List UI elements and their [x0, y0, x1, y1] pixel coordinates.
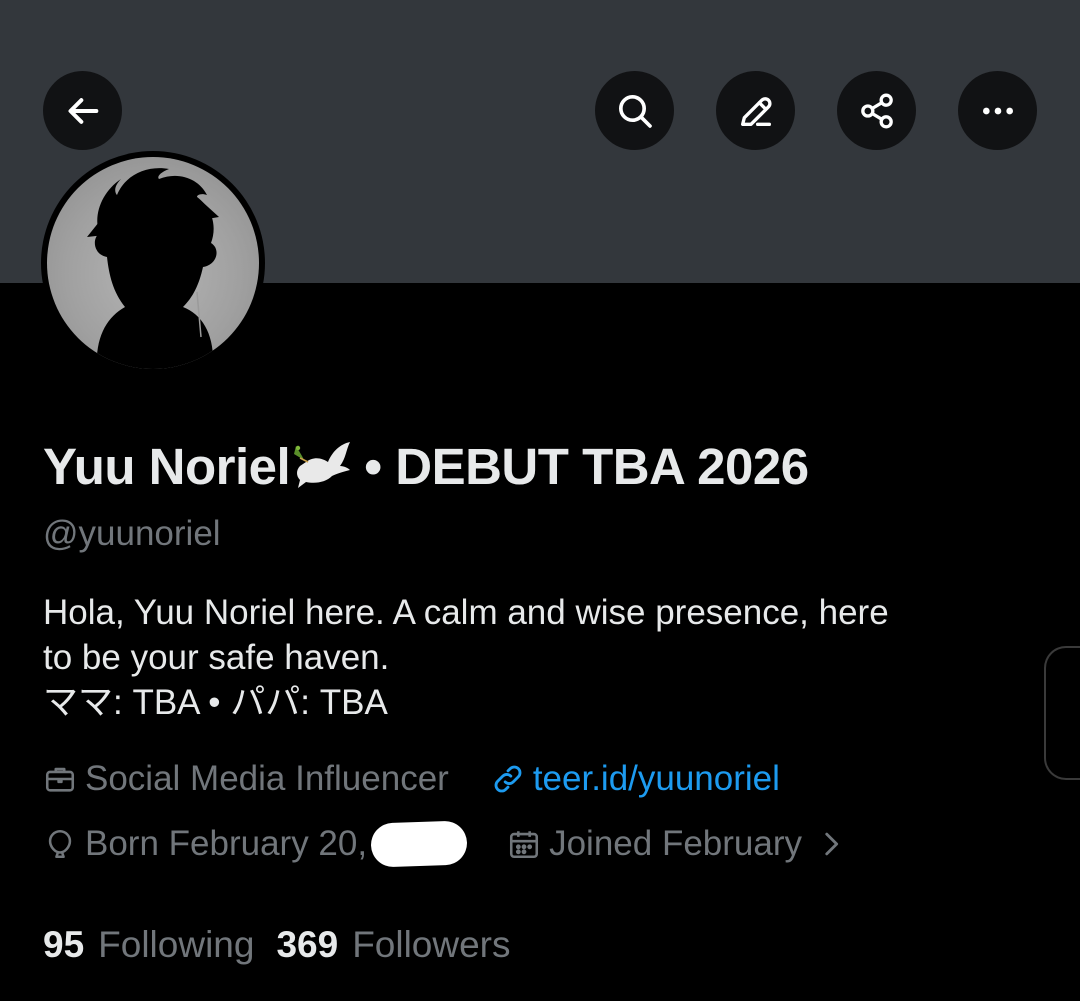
calendar-icon	[507, 827, 541, 861]
username-handle: @yuunoriel	[43, 514, 221, 553]
joined-label: Joined February	[549, 824, 803, 863]
back-button[interactable]	[43, 71, 122, 150]
dove-icon	[292, 436, 354, 490]
website-item[interactable]: teer.id/yuunoriel	[491, 757, 780, 801]
display-name: Yuu Noriel • DEBUT TBA 2026	[43, 436, 809, 497]
joined-item[interactable]: Joined February	[507, 822, 856, 866]
more-horizontal-icon	[982, 107, 1013, 114]
link-icon	[491, 762, 525, 796]
following-link[interactable]: 95 Following	[43, 922, 254, 968]
following-count: 95	[43, 924, 85, 965]
bio: Hola, Yuu Noriel here. A calm and wise p…	[43, 590, 1033, 725]
avatar[interactable]	[41, 151, 265, 375]
share-button[interactable]	[837, 71, 916, 150]
search-button[interactable]	[595, 71, 674, 150]
followers-link[interactable]: 369 Followers	[276, 922, 510, 968]
silhouette-image	[87, 168, 219, 369]
briefcase-icon	[43, 762, 77, 796]
birthday-label: Born February 20,	[85, 824, 368, 863]
profile-meta-row: Born February 20, Joined February	[43, 820, 856, 868]
profile-meta-row: Social Media Influencer teer.id/yuunorie…	[43, 757, 780, 801]
edge-scroll-handle[interactable]	[1044, 646, 1080, 780]
bio-line: Hola, Yuu Noriel here. A calm and wise p…	[43, 593, 889, 632]
search-icon	[618, 94, 652, 128]
category-item: Social Media Influencer	[43, 757, 449, 801]
chevron-right-icon[interactable]	[814, 827, 848, 861]
share-icon	[860, 93, 893, 128]
following-label: Following	[98, 924, 255, 965]
more-button[interactable]	[958, 71, 1037, 150]
category-label: Social Media Influencer	[85, 759, 449, 798]
followers-label: Followers	[352, 924, 511, 965]
website-link[interactable]: teer.id/yuunoriel	[533, 757, 780, 801]
bio-line: to be your safe haven.	[43, 638, 390, 677]
followers-count: 369	[276, 924, 339, 965]
edit-button[interactable]	[716, 71, 795, 150]
bio-line: ママ: TBA • パパ: TBA	[43, 683, 388, 722]
arrow-left-icon	[68, 97, 98, 124]
pencil-icon	[740, 96, 772, 126]
display-name-suffix: • DEBUT TBA 2026	[364, 438, 809, 495]
follow-stats: 95 Following 369 Followers	[43, 922, 511, 968]
birthday-item: Born February 20,	[43, 820, 468, 868]
balloon-icon	[43, 827, 77, 861]
redaction-mark	[370, 820, 468, 868]
display-name-text: Yuu Noriel	[43, 438, 291, 495]
